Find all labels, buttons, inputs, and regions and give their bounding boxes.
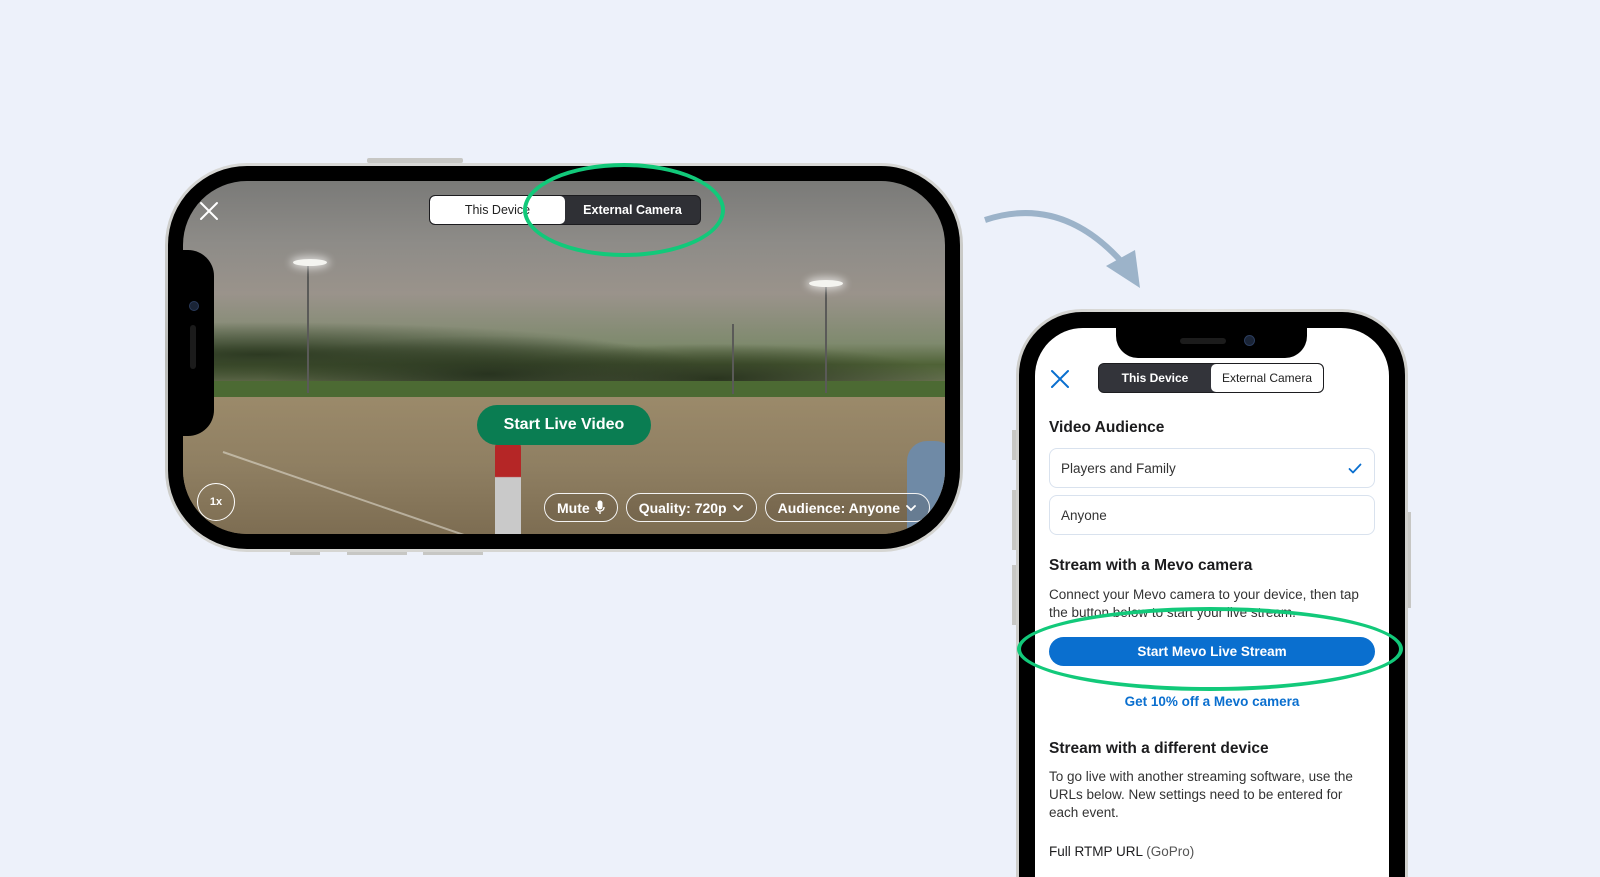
earpiece-speaker bbox=[190, 325, 196, 369]
portrait-phone: This Device External Camera Video Audien… bbox=[1016, 309, 1408, 877]
stream-controls: Mute Quality: 720p Audience: Anyone bbox=[544, 493, 930, 522]
start-mevo-live-stream-button[interactable]: Start Mevo Live Stream bbox=[1049, 637, 1375, 666]
microphone-icon bbox=[595, 500, 605, 514]
phone-notch bbox=[168, 250, 214, 436]
audience-dropdown[interactable]: Audience: Anyone bbox=[764, 493, 930, 522]
close-button[interactable] bbox=[1049, 368, 1071, 390]
front-camera bbox=[1244, 335, 1255, 346]
tab-this-device[interactable]: This Device bbox=[1099, 364, 1211, 392]
light-pole bbox=[825, 283, 827, 393]
audience-option-anyone[interactable]: Anyone bbox=[1049, 495, 1375, 535]
rtmp-label: Full RTMP URL bbox=[1049, 844, 1143, 859]
different-device-heading: Stream with a different device bbox=[1049, 740, 1269, 757]
stadium-light bbox=[809, 280, 843, 287]
camera-preview: This Device External Camera Start Live V… bbox=[183, 181, 945, 534]
different-device-description: To go live with another streaming softwa… bbox=[1049, 769, 1353, 820]
quality-dropdown[interactable]: Quality: 720p bbox=[625, 493, 757, 522]
option-label: Anyone bbox=[1061, 507, 1107, 523]
audience-option-players-and-family[interactable]: Players and Family bbox=[1049, 448, 1375, 488]
mevo-discount-link[interactable]: Get 10% off a Mevo camera bbox=[1049, 694, 1375, 709]
treeline bbox=[183, 297, 945, 393]
video-audience-heading: Video Audience bbox=[1049, 419, 1165, 436]
tab-external-camera[interactable]: External Camera bbox=[1211, 364, 1323, 392]
audience-label: Audience: Anyone bbox=[777, 499, 900, 516]
light-pole bbox=[307, 263, 309, 393]
phone-bezel: This Device External Camera Start Live V… bbox=[168, 166, 960, 549]
curved-arrow-icon bbox=[984, 210, 1140, 288]
outfield-grass bbox=[183, 381, 945, 397]
close-button[interactable] bbox=[197, 199, 221, 223]
tab-external-camera[interactable]: External Camera bbox=[565, 196, 700, 224]
zoom-level-button[interactable]: 1x bbox=[197, 483, 235, 521]
rtmp-hint: (GoPro) bbox=[1146, 844, 1195, 859]
chevron-down-icon bbox=[906, 504, 916, 511]
landscape-phone: This Device External Camera Start Live V… bbox=[165, 163, 963, 552]
phone-bezel: This Device External Camera Video Audien… bbox=[1019, 312, 1405, 877]
mevo-description: Connect your Mevo camera to your device,… bbox=[1049, 587, 1359, 620]
mevo-heading: Stream with a Mevo camera bbox=[1049, 557, 1253, 574]
stadium-light bbox=[293, 259, 327, 266]
mute-button[interactable]: Mute bbox=[544, 493, 618, 522]
mute-label: Mute bbox=[557, 499, 590, 516]
earpiece-speaker bbox=[1180, 338, 1226, 344]
start-live-video-button[interactable]: Start Live Video bbox=[477, 405, 651, 445]
close-icon bbox=[1051, 370, 1069, 388]
checkmark-icon bbox=[1348, 463, 1362, 473]
stream-settings-screen: This Device External Camera Video Audien… bbox=[1035, 328, 1389, 877]
source-segmented-control: This Device External Camera bbox=[429, 195, 701, 225]
rtmp-url-label: Full RTMP URL (GoPro) bbox=[1049, 844, 1194, 859]
tab-this-device[interactable]: This Device bbox=[430, 196, 565, 224]
source-segmented-control: This Device External Camera bbox=[1098, 363, 1324, 393]
light-pole bbox=[732, 324, 734, 394]
quality-label: Quality: 720p bbox=[638, 499, 727, 516]
front-camera bbox=[189, 301, 199, 311]
close-icon bbox=[200, 202, 218, 220]
phone-notch bbox=[1116, 328, 1307, 358]
option-label: Players and Family bbox=[1061, 460, 1176, 476]
player-figure bbox=[495, 443, 521, 534]
chevron-down-icon bbox=[732, 504, 743, 511]
